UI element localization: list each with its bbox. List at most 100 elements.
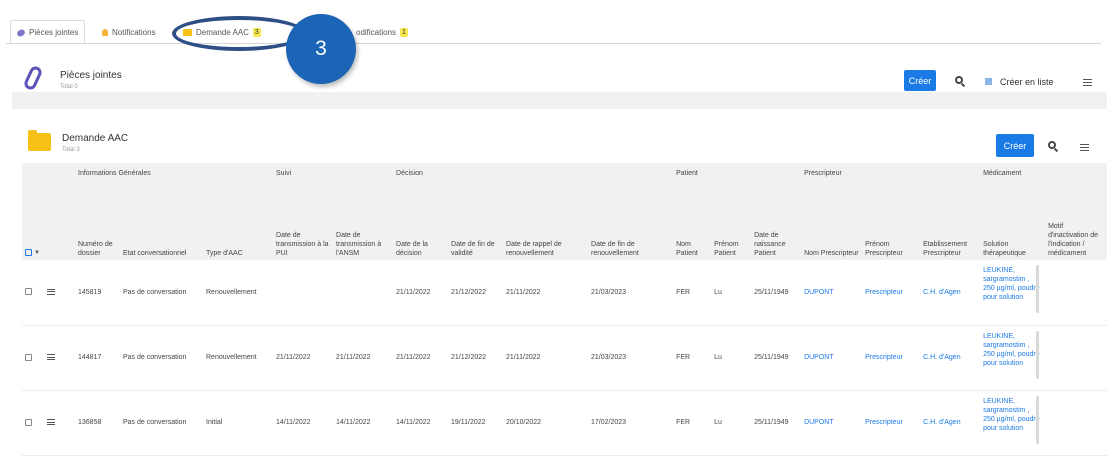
attachments-empty-area [12,92,1107,109]
row-menu[interactable] [44,260,75,326]
paperclip-icon [16,27,26,38]
cell-solution[interactable]: LEUKINE, sargramostim , 250 µg/ml, poudr… [980,390,1046,456]
column-header[interactable]: Date de naissance Patient [751,183,801,260]
attachments-create-button[interactable]: Créer [904,70,936,91]
cell-etablissement-link[interactable]: C.H. d'Agen [920,390,981,456]
group-header-row: Informations Générales Suivi Décision Pa… [22,163,1107,183]
cell-presc-prenom-link[interactable]: Prescripteur [862,325,921,391]
column-header[interactable]: Date de transmission à l'ANSM [333,183,393,260]
row-checkbox[interactable] [22,390,44,456]
aac-title: Demande AAC [62,133,129,144]
menu-icon[interactable] [1083,79,1092,86]
cell-trans-ansm [333,260,394,326]
cell-trans-ansm: 14/11/2022 [333,390,394,456]
column-header[interactable]: Etablissement Prescripteur [920,183,980,260]
cell-type: Renouvellement [203,260,274,326]
cell-etat: Pas de conversation [120,260,203,326]
cell-motif [1045,260,1107,326]
group-header: Médicament [983,169,1022,177]
menu-icon [47,288,55,295]
tab-divider [6,43,1101,44]
column-header[interactable]: Numéro de dossier [75,183,120,260]
cell-decision: 21/11/2022 [393,260,449,326]
tab-notifications[interactable]: Notifications [96,20,162,44]
cell-presc-nom-link[interactable]: DUPONT [801,260,863,326]
cell-naissance: 25/11/1949 [751,260,802,326]
cell-naissance: 25/11/1949 [751,325,802,391]
column-header[interactable]: Date de transmission à la PUI [273,183,333,260]
row-menu[interactable] [44,390,75,456]
table-row[interactable]: 145819 Pas de conversation Renouvellemen… [22,260,1107,326]
cell-etablissement-link[interactable]: C.H. d'Agen [920,325,981,391]
attachments-title: Pièces jointes [60,70,122,81]
column-header[interactable]: Date de rappel de renouvellement [503,183,588,260]
table-row[interactable]: 136858 Pas de conversation Initial 14/11… [22,390,1107,456]
table-row[interactable]: 144817 Pas de conversation Renouvellemen… [22,325,1107,391]
cell-prenom: Lu [711,325,752,391]
checkbox-icon [25,248,32,256]
tab-pieces-jointes[interactable]: Pièces jointes [10,20,86,44]
cell-scrollbar[interactable] [1036,395,1040,444]
cell-solution[interactable]: LEUKINE, sargramostim , 250 µg/ml, poudr… [980,260,1046,326]
row-checkbox[interactable] [22,260,44,326]
cell-etat: Pas de conversation [120,390,203,456]
tab-modifications[interactable]: odifications 1 [350,20,414,44]
cell-rappel: 21/11/2022 [503,325,589,391]
row-menu[interactable] [44,325,75,391]
cell-fin-renouv: 21/03/2023 [588,325,674,391]
cell-etablissement-link[interactable]: C.H. d'Agen [920,260,981,326]
solution-link[interactable]: LEUKINE, sargramostim , 250 µg/ml, poudr… [983,333,1040,367]
aac-total: Total 3 [62,147,80,153]
tab-count-badge: 1 [400,27,408,37]
column-header[interactable]: Type d'AAC [203,183,273,260]
column-header[interactable]: Date de fin de validité [448,183,503,260]
cell-presc-prenom-link[interactable]: Prescripteur [862,390,921,456]
checkbox-icon [25,353,32,361]
cell-presc-prenom-link[interactable]: Prescripteur [862,260,921,326]
cell-dossier: 136858 [75,390,120,456]
tab-label: odifications [356,27,397,37]
cell-solution[interactable]: LEUKINE, sargramostim , 250 µg/ml, poudr… [980,325,1046,391]
column-header[interactable]: Prénom Patient [711,183,751,260]
tab-label: Pièces jointes [29,28,79,37]
menu-icon[interactable] [1080,144,1089,151]
cell-fin-renouv: 21/03/2023 [588,260,674,326]
search-icon[interactable] [1048,141,1056,149]
cell-etat: Pas de conversation [120,325,203,391]
aac-create-button[interactable]: Créer [996,134,1034,157]
column-header[interactable]: Solution thérapeutique [980,183,1045,260]
select-all-checkbox[interactable]: ▼ [22,183,44,260]
cell-nom: FER [673,390,712,456]
search-icon[interactable] [955,76,963,84]
create-list-button[interactable]: Créer en liste [1000,77,1054,87]
tab-bar: Pièces jointes Notifications Demande AAC… [0,0,1107,44]
cell-scrollbar[interactable] [1036,330,1040,379]
cell-trans-ansm: 21/11/2022 [333,325,394,391]
column-header[interactable]: Nom Patient [673,183,711,260]
checkbox-icon [25,288,32,296]
column-header[interactable]: Prénom Prescripteur [862,183,920,260]
aac-table: Informations Générales Suivi Décision Pa… [22,163,1107,456]
cell-type: Initial [203,390,274,456]
column-header-row: ▼ Numéro de dossier Etat conversationnel… [22,183,1107,260]
column-header[interactable]: Nom Prescripteur [801,183,862,260]
solution-link[interactable]: LEUKINE, sargramostim , 250 µg/ml, poudr… [983,398,1040,432]
caret-down-icon: ▼ [34,250,40,256]
cell-trans-pui [273,260,334,326]
tab-label: Notifications [112,27,156,37]
row-checkbox[interactable] [22,325,44,391]
cell-presc-nom-link[interactable]: DUPONT [801,325,863,391]
group-header: Décision [396,169,423,177]
cell-prenom: Lu [711,260,752,326]
cell-trans-pui: 14/11/2022 [273,390,334,456]
column-header[interactable]: Motif d'inactivation de l'indication / m… [1045,183,1107,260]
solution-link[interactable]: LEUKINE, sargramostim , 250 µg/ml, poudr… [983,267,1040,301]
cell-prenom: Lu [711,390,752,456]
cell-rappel: 20/10/2022 [503,390,589,456]
cell-presc-nom-link[interactable]: DUPONT [801,390,863,456]
cell-scrollbar[interactable] [1036,265,1040,313]
column-header[interactable]: Date de la décision [393,183,448,260]
column-header[interactable]: Date de fin de renouvellement [588,183,673,260]
column-header[interactable]: Etat conversationnel [120,183,203,260]
group-header: Informations Générales [78,169,151,177]
